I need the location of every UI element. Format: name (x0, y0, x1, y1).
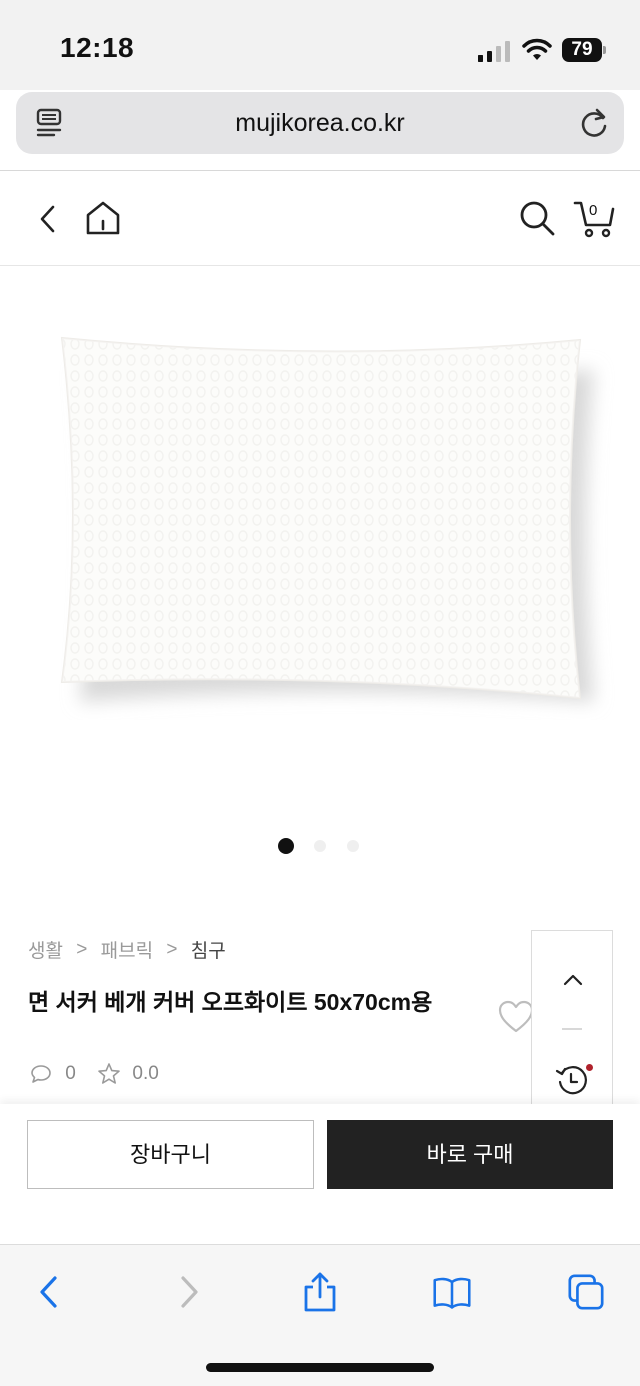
product-meta: 0 0.0 (30, 1062, 159, 1090)
address-bar[interactable]: mujikorea.co.kr (16, 92, 624, 154)
carousel-dot-1[interactable] (278, 838, 294, 854)
notification-dot (586, 1064, 593, 1071)
review-count: 0 (65, 1063, 76, 1084)
rating-value: 0.0 (132, 1063, 159, 1084)
carousel-dot-3[interactable] (347, 840, 359, 852)
battery-icon: 79 (562, 38, 606, 62)
browser-toolbar (0, 1244, 640, 1386)
review-icon (31, 1065, 51, 1083)
share-icon[interactable] (300, 1271, 340, 1313)
home-icon[interactable] (84, 199, 122, 237)
tabs-icon[interactable] (566, 1271, 606, 1313)
floating-side-panel (531, 930, 613, 1110)
carousel-dot-2[interactable] (314, 840, 326, 852)
breadcrumb-separator: > (166, 938, 178, 960)
home-indicator[interactable] (206, 1363, 434, 1372)
star-icon (98, 1063, 120, 1084)
purchase-action-bar: 장바구니 바로 구매 (0, 1104, 640, 1244)
breadcrumb-item-bedding[interactable]: 침구 (191, 936, 226, 963)
search-icon[interactable] (518, 199, 556, 237)
signal-icon (478, 41, 510, 62)
breadcrumb-item-life[interactable]: 생활 (28, 936, 63, 963)
recent-history-icon[interactable] (554, 1063, 590, 1097)
url-text[interactable]: mujikorea.co.kr (16, 109, 624, 138)
carousel-indicator (0, 838, 640, 854)
back-icon[interactable] (30, 1271, 70, 1313)
breadcrumb: 생활 > 패브릭 > 침구 (28, 936, 226, 963)
scroll-up-icon[interactable] (561, 971, 585, 989)
status-bar: 12:18 79 (0, 0, 640, 90)
breadcrumb-separator: > (76, 938, 88, 960)
forward-icon[interactable] (168, 1271, 208, 1313)
product-image[interactable] (40, 320, 620, 720)
site-header: 0 (0, 171, 640, 266)
buy-now-button[interactable]: 바로 구매 (327, 1120, 613, 1189)
status-time: 12:18 (60, 32, 135, 63)
heart-icon[interactable] (498, 1000, 534, 1034)
add-to-cart-button[interactable]: 장바구니 (27, 1120, 314, 1189)
reload-icon[interactable] (578, 106, 610, 140)
product-title: 면 서커 베개 커버 오프화이트 50x70cm용 (28, 989, 433, 1015)
panel-divider (562, 1028, 582, 1030)
cart-count-badge: 0 (589, 202, 598, 219)
battery-level: 79 (571, 39, 593, 60)
bookmarks-icon[interactable] (432, 1271, 472, 1313)
back-icon[interactable] (34, 201, 62, 237)
breadcrumb-item-fabric[interactable]: 패브릭 (101, 936, 153, 963)
wifi-icon (522, 38, 552, 60)
